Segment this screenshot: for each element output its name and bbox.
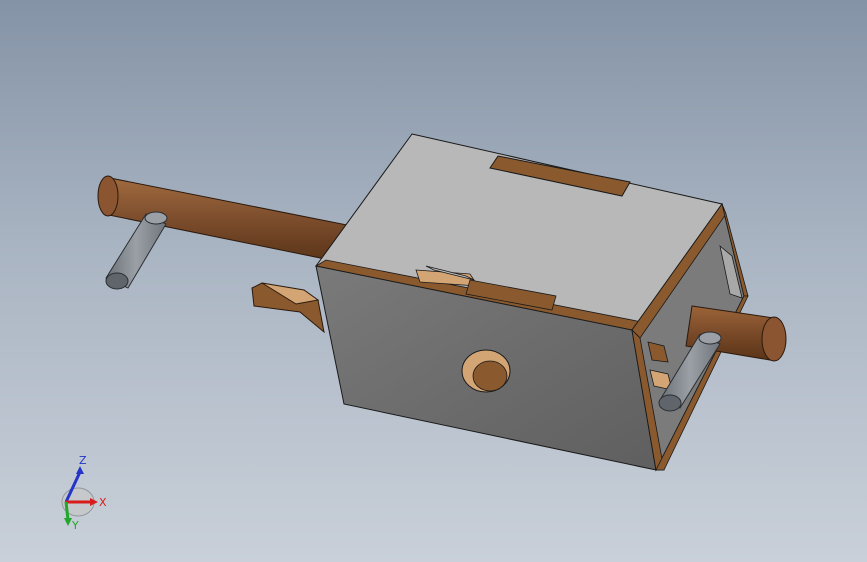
3d-viewport[interactable]: Z X Y xyxy=(0,0,867,562)
latch-bar[interactable] xyxy=(251,282,325,334)
triad-z-arrow xyxy=(76,466,84,474)
triad-z-label: Z xyxy=(79,454,87,467)
orientation-triad: Z X Y xyxy=(61,454,107,530)
box-body[interactable] xyxy=(314,133,749,472)
triad-y-label: Y xyxy=(71,519,79,530)
front-hole[interactable] xyxy=(461,349,511,393)
triad-x-label: X xyxy=(99,496,107,509)
left-pin[interactable] xyxy=(105,211,168,290)
triad-y-arrow xyxy=(64,518,72,526)
triad-y-axis xyxy=(64,501,70,521)
assembly-model[interactable] xyxy=(0,0,867,562)
